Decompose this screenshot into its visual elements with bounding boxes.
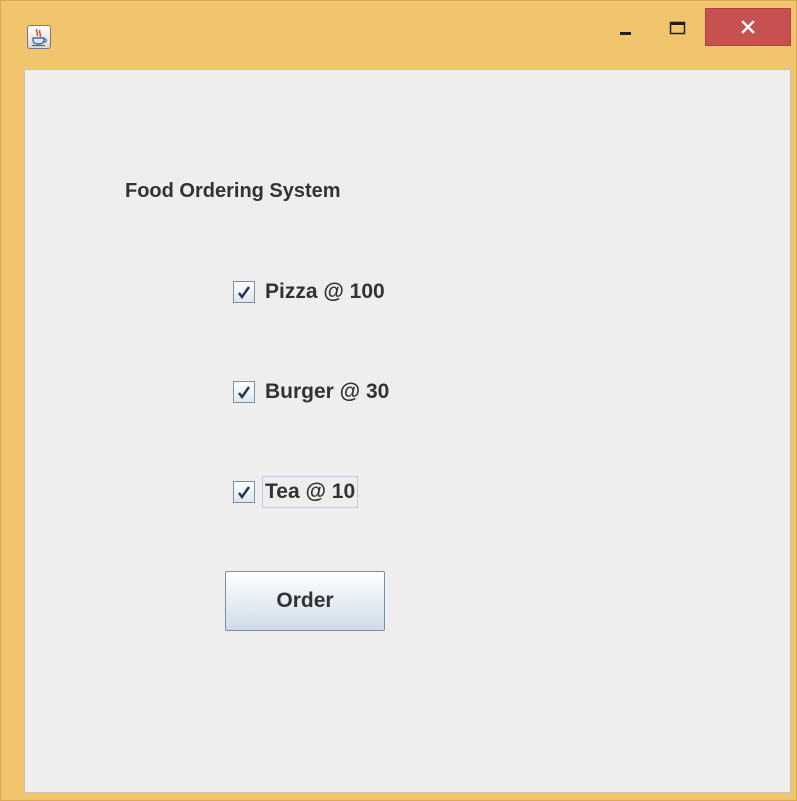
form-title: Food Ordering System (125, 180, 341, 202)
pizza-checkbox[interactable]: Pizza @ 100 (233, 276, 388, 308)
checkbox-box[interactable] (233, 281, 255, 303)
application-window: Food Ordering System Pizza @ 100 Burger … (0, 0, 797, 801)
checkmark-icon (238, 486, 250, 499)
close-button[interactable] (705, 8, 791, 46)
checkbox-box[interactable] (233, 381, 255, 403)
tea-checkbox[interactable]: Tea @ 10 (233, 476, 359, 508)
checkbox-label: Pizza @ 100 (265, 280, 385, 303)
minimize-button[interactable] (611, 8, 641, 46)
checkmark-icon (238, 286, 250, 299)
java-cup-icon[interactable] (27, 25, 51, 49)
minimize-icon (620, 32, 631, 35)
maximize-icon (669, 21, 686, 35)
checkmark-icon (238, 386, 250, 399)
checkbox-box[interactable] (233, 481, 255, 503)
content-panel: Food Ordering System Pizza @ 100 Burger … (24, 69, 791, 793)
checkbox-label: Burger @ 30 (265, 380, 390, 403)
maximize-button[interactable] (655, 8, 697, 46)
title-bar[interactable] (1, 1, 796, 67)
close-icon (741, 20, 755, 34)
checkbox-label: Tea @ 10 (262, 476, 359, 508)
order-button[interactable]: Order (225, 571, 385, 631)
burger-checkbox[interactable]: Burger @ 30 (233, 376, 392, 408)
